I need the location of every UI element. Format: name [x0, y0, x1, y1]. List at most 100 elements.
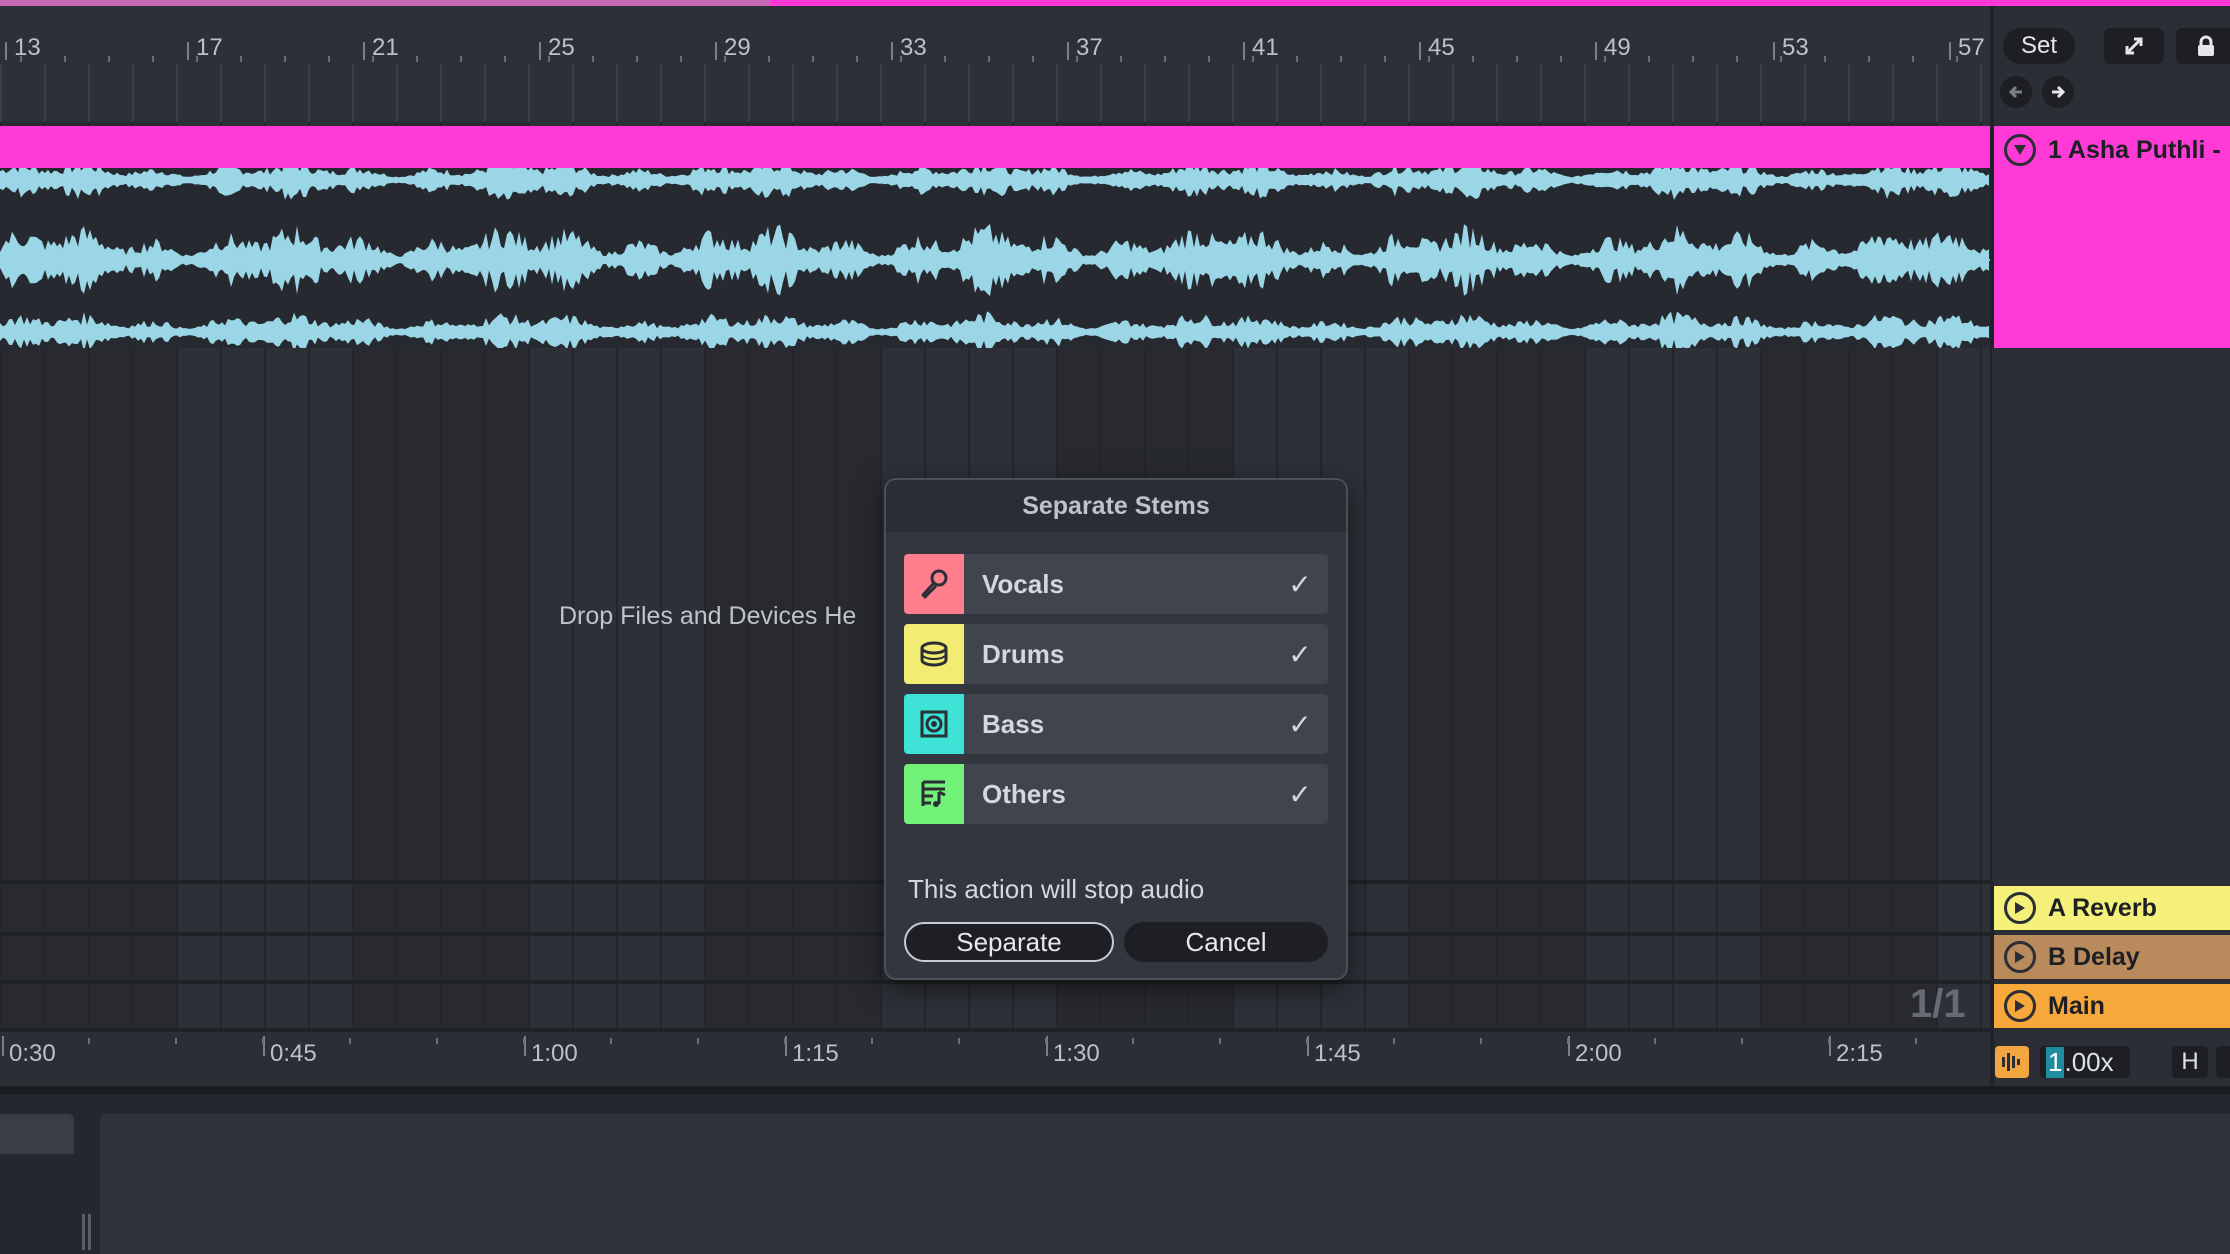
time-tick	[1132, 1038, 1134, 1044]
check-icon[interactable]: ✓	[1278, 568, 1322, 601]
time-tick	[1654, 1038, 1656, 1044]
track-header-main[interactable]: Main	[1994, 984, 2230, 1028]
ruler-tick	[724, 56, 726, 62]
ruler-tick	[284, 56, 286, 62]
separate-stems-dialog: Separate Stems Vocals ✓ Drums ✓	[884, 478, 1348, 980]
ruler-tick	[416, 56, 418, 62]
h-button[interactable]: H	[2172, 1046, 2208, 1078]
track-header-delay[interactable]: B Delay	[1994, 935, 2230, 979]
ruler-tick	[152, 56, 154, 62]
warning-text: This action will stop audio	[908, 874, 1204, 905]
time-mark: 0:30	[9, 1040, 56, 1068]
time-mark: 2:00	[1575, 1040, 1622, 1068]
audio-clip-header[interactable]	[0, 126, 1990, 168]
ruler-tick	[460, 56, 462, 62]
ruler-tick	[1912, 56, 1914, 62]
stem-option-others[interactable]: Others ✓	[904, 764, 1328, 824]
drum-icon	[904, 624, 964, 684]
time-tick	[1306, 1038, 1308, 1044]
expand-track-icon[interactable]	[2004, 892, 2036, 924]
separate-button[interactable]: Separate	[904, 922, 1114, 962]
expand-icon	[2123, 35, 2145, 57]
dialog-title: Separate Stems	[886, 480, 1346, 532]
stem-option-bass[interactable]: Bass ✓	[904, 694, 1328, 754]
panel-divider[interactable]	[0, 1086, 2230, 1094]
ruler-tick	[20, 56, 22, 62]
track-header-audio[interactable]: 1 Asha Puthli -	[1994, 126, 2230, 348]
bar-number: 29	[724, 34, 751, 62]
track-header-row[interactable]: 1 Asha Puthli -	[1994, 128, 2230, 172]
arrow-right-icon[interactable]	[2042, 76, 2074, 108]
ruler-tick	[504, 56, 506, 62]
resize-handle[interactable]	[82, 1214, 94, 1250]
bar-number: 49	[1604, 34, 1631, 62]
time-tick	[523, 1038, 525, 1044]
time-tick	[871, 1038, 873, 1044]
sheet-music-icon	[904, 764, 964, 824]
stem-option-drums[interactable]: Drums ✓	[904, 624, 1328, 684]
lock-button[interactable]	[2176, 28, 2230, 64]
stem-label: Vocals	[982, 569, 1278, 600]
ruler-tick	[1472, 56, 1474, 62]
stem-option-vocals[interactable]: Vocals ✓	[904, 554, 1328, 614]
ruler-tick	[1824, 56, 1826, 62]
expand-track-icon[interactable]	[2004, 990, 2036, 1022]
time-tick	[262, 1038, 264, 1044]
ruler-tick	[856, 56, 858, 62]
stem-label: Bass	[982, 709, 1278, 740]
ruler-tick	[636, 56, 638, 62]
tempo-rest: .00x	[2064, 1047, 2113, 1078]
ruler-tick	[1120, 56, 1122, 62]
track-header-reverb[interactable]: A Reverb	[1994, 886, 2230, 930]
audio-clip[interactable]	[0, 168, 1990, 348]
detail-view-content[interactable]	[100, 1114, 2230, 1254]
time-tick	[697, 1038, 699, 1044]
time-tick	[1828, 1038, 1830, 1044]
bar-number: 21	[372, 34, 399, 62]
ruler-tick	[1296, 56, 1298, 62]
ruler-tick	[328, 56, 330, 62]
expand-button[interactable]	[2104, 28, 2164, 64]
time-tick	[1567, 1038, 1569, 1044]
tempo-selected-digit: 1	[2046, 1047, 2064, 1078]
time-ruler[interactable]: 0:30 0:45 1:00 1:15 1:30 1:45 2:00 2:15	[0, 1032, 1990, 1086]
ruler-tick	[592, 56, 594, 62]
time-tick	[88, 1038, 90, 1044]
cancel-button[interactable]: Cancel	[1124, 922, 1328, 962]
drop-hint: Drop Files and Devices He	[559, 602, 856, 631]
detail-view-tab[interactable]	[0, 1114, 74, 1154]
lock-icon	[2196, 35, 2216, 57]
ruler-tick	[108, 56, 110, 62]
ruler-tick	[1076, 56, 1078, 62]
ruler-tick	[1164, 56, 1166, 62]
ruler-tick	[372, 56, 374, 62]
warp-icon[interactable]	[1995, 1046, 2029, 1078]
ruler-tick	[1780, 56, 1782, 62]
time-tick	[610, 1038, 612, 1044]
track-name: A Reverb	[2048, 894, 2157, 923]
check-icon[interactable]: ✓	[1278, 778, 1322, 811]
set-button[interactable]: Set	[2003, 28, 2075, 64]
ruler-tick	[1868, 56, 1870, 62]
time-tick	[175, 1038, 177, 1044]
ruler-tick	[1384, 56, 1386, 62]
track-separator	[0, 980, 1990, 984]
track-name: 1 Asha Puthli -	[2048, 136, 2221, 165]
loop-bar-region[interactable]	[0, 0, 770, 6]
arrow-left-icon[interactable]	[2000, 76, 2032, 108]
time-tick	[1480, 1038, 1482, 1044]
ruler-tick	[1252, 56, 1254, 62]
track-name: Main	[2048, 992, 2105, 1021]
time-mark: 0:45	[270, 1040, 317, 1068]
tempo-multiplier-field[interactable]: 1.00x	[2040, 1046, 2130, 1078]
bar-number: 33	[900, 34, 927, 62]
time-mark: 1:45	[1314, 1040, 1361, 1068]
collapse-icon[interactable]	[2004, 134, 2036, 166]
ruler-tick	[988, 56, 990, 62]
check-icon[interactable]: ✓	[1278, 638, 1322, 671]
v-button[interactable]	[2216, 1046, 2230, 1078]
expand-track-icon[interactable]	[2004, 941, 2036, 973]
time-mark: 1:00	[531, 1040, 578, 1068]
check-icon[interactable]: ✓	[1278, 708, 1322, 741]
time-tick	[1915, 1038, 1917, 1044]
